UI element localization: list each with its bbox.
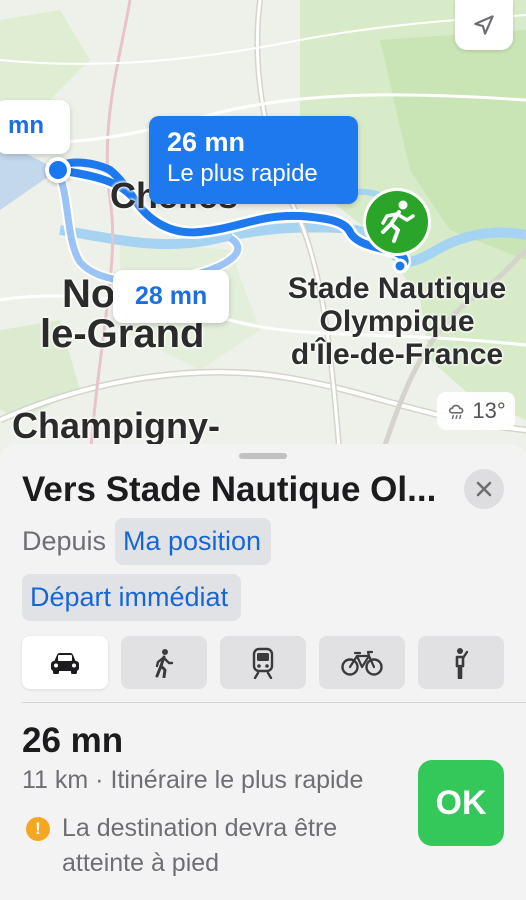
location-arrow-icon	[474, 15, 494, 35]
route-duration: 26 mn	[22, 721, 124, 760]
map-label-noisy: No	[62, 272, 116, 316]
route-bubble-partial[interactable]: mn	[0, 100, 70, 154]
transport-mode-selector	[22, 636, 504, 689]
car-icon	[51, 652, 79, 674]
route-details: 11 km · Itinéraire le plus rapide	[22, 766, 364, 794]
mode-ride-button[interactable]	[418, 636, 504, 689]
close-icon	[476, 481, 492, 497]
departure-time-chip[interactable]: Départ immédiat	[22, 574, 241, 621]
destination-label-line: Stade Nautique	[287, 272, 507, 305]
destination-label-line: d'Île-de-France	[290, 338, 504, 371]
map-label-champigny: Champigny-	[12, 405, 221, 446]
map-background	[0, 0, 526, 460]
directions-sheet: Vers Stade Nautique Ol... Depuis Ma posi…	[0, 444, 526, 900]
route-bubble-fastest[interactable]: 26 mn Le plus rapide	[149, 116, 358, 204]
from-label: Depuis	[22, 526, 107, 556]
rain-cloud-icon	[449, 404, 464, 420]
user-location-dot	[45, 157, 71, 183]
mode-car-button[interactable]	[22, 636, 108, 689]
map-view[interactable]: Chelles No le-Grand Champigny- mn 26 mn …	[0, 0, 526, 460]
destination-title: Vers Stade Nautique Ol...	[22, 470, 437, 509]
mode-transit-button[interactable]	[220, 636, 306, 689]
origin-chip[interactable]: Ma position	[115, 518, 271, 565]
weather-temperature: 13°	[472, 398, 506, 423]
sheet-grabber[interactable]	[239, 453, 287, 459]
weather-badge: 13°	[437, 392, 515, 430]
maps-screen: Chelles No le-Grand Champigny- mn 26 mn …	[0, 0, 526, 900]
go-button[interactable]: OK	[418, 760, 504, 846]
destination-label-line: Olympique	[319, 305, 475, 338]
bicycle-icon	[341, 650, 383, 676]
rideshare-icon	[455, 647, 469, 679]
close-button[interactable]	[464, 469, 504, 509]
train-icon	[252, 647, 274, 679]
route-bubble-alternative[interactable]: 28 mn	[113, 270, 230, 323]
walk-warning-text: La destination devra être atteinte à pie…	[62, 814, 338, 877]
route-bubble-label: Le plus rapide	[167, 160, 318, 187]
divider	[22, 702, 526, 703]
destination-label[interactable]: Stade Nautique Olympique d'Île-de-France	[268, 272, 526, 371]
mode-bike-button[interactable]	[319, 636, 405, 689]
running-icon[interactable]	[361, 186, 433, 258]
warning-icon: !	[26, 817, 50, 841]
route-bubble-time: 26 mn	[167, 127, 246, 157]
walking-icon	[155, 648, 174, 678]
location-button[interactable]	[455, 0, 513, 50]
mode-walk-button[interactable]	[121, 636, 207, 689]
